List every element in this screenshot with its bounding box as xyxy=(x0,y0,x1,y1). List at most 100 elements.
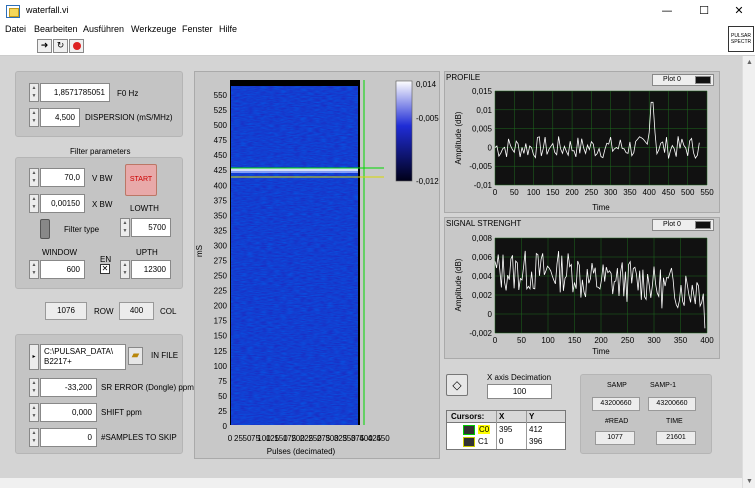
folder-icon[interactable]: ▰ xyxy=(128,347,143,365)
xbw-input[interactable]: 0,00150 xyxy=(40,194,85,213)
filter-type-label: Filter type xyxy=(64,225,100,234)
pf-xtick: 200 xyxy=(565,188,579,197)
upth-spin[interactable]: ▲ ▼ xyxy=(120,260,130,279)
window-input[interactable]: 600 xyxy=(40,260,85,279)
waterfall-ytick: 150 xyxy=(214,332,228,341)
dispersion-label: DISPERSION (mS/MHz) xyxy=(85,113,173,122)
sg-ytick: 0,004 xyxy=(472,272,493,281)
sg-xtick: 150 xyxy=(568,336,582,345)
cursor-c1-y: 396 xyxy=(529,437,543,446)
colorbar-max: 0,014 xyxy=(416,80,437,89)
waterfall-ytick: 50 xyxy=(218,392,227,401)
pf-ytick: -0,005 xyxy=(469,162,492,171)
waterfall-ytick: 275 xyxy=(214,257,228,266)
shift-input[interactable]: 0,000 xyxy=(40,403,97,422)
close-button[interactable]: ✕ xyxy=(724,3,754,19)
waterfall-ytick: 175 xyxy=(214,317,228,326)
menu-hilfe[interactable]: Hilfe xyxy=(219,24,237,34)
abort-icon[interactable] xyxy=(69,39,84,53)
minimize-button[interactable]: — xyxy=(652,3,682,19)
pf-ytick: 0 xyxy=(488,143,493,152)
menu-datei[interactable]: Datei xyxy=(5,24,26,34)
start-button[interactable]: START xyxy=(125,164,157,196)
menu-werkzeuge[interactable]: Werkzeuge xyxy=(131,24,176,34)
maximize-button[interactable]: ☐ xyxy=(689,3,719,19)
waterfall-xlabel: Pulses (decimated) xyxy=(267,447,336,456)
dispersion-spin[interactable]: ▲ ▼ xyxy=(29,108,39,127)
pf-xtick: 400 xyxy=(643,188,657,197)
pf-ytick: 0,01 xyxy=(476,106,492,115)
skip-input[interactable]: 0 xyxy=(40,428,97,447)
sg-xtick: 0 xyxy=(493,336,498,345)
menu-bearbeiten[interactable]: Bearbeiten xyxy=(34,24,78,34)
cursor-y-header: Y xyxy=(529,412,535,421)
signal-ylabel: Amplitude (dB) xyxy=(454,258,463,311)
decimation-input[interactable]: 100 xyxy=(487,384,552,399)
col-indicator: 400 xyxy=(119,302,154,320)
waterfall-ytick: 375 xyxy=(214,196,228,205)
sg-ytick: 0 xyxy=(488,310,493,319)
waterfall-ytick: 75 xyxy=(218,377,227,386)
f0-label: F0 Hz xyxy=(117,89,139,98)
cursor-x-header: X xyxy=(499,412,505,421)
waterfall-svg: 0 25 50 75 100 125 150 175 200 225 250 275 300 325 350… xyxy=(195,80,439,456)
waterfall-ytick: 450 xyxy=(214,151,228,160)
vertical-scrollbar[interactable]: ▲ ▼ xyxy=(742,56,755,488)
sg-ytick: 0,008 xyxy=(472,234,493,243)
waterfall-ytick: 25 xyxy=(218,407,227,416)
samp1-label: SAMP-1 xyxy=(650,382,677,389)
shift-spin[interactable]: ▲ ▼ xyxy=(29,403,39,422)
pf-ytick: 0,015 xyxy=(472,87,493,96)
sg-xtick: 200 xyxy=(594,336,608,345)
samp1-indicator: 43200660 xyxy=(648,397,696,411)
menu-ausfuehren[interactable]: Ausführen xyxy=(83,24,124,34)
vbw-spin[interactable]: ▲ ▼ xyxy=(29,168,39,187)
title-bar: waterfall.vi — ☐ ✕ xyxy=(0,0,755,23)
infile-browse-spin[interactable]: ▸ xyxy=(29,344,39,370)
skip-spin[interactable]: ▲ ▼ xyxy=(29,428,39,447)
vbw-input[interactable]: 70,0 xyxy=(40,168,85,187)
sr-error-input[interactable]: -33,200 xyxy=(40,378,97,397)
f0-input[interactable]: 1,8571785051 xyxy=(40,83,110,102)
window-spin[interactable]: ▲ ▼ xyxy=(29,260,39,279)
cursor-c0-icon[interactable] xyxy=(463,425,475,435)
pf-xtick: 100 xyxy=(527,188,541,197)
time-indicator: 21601 xyxy=(656,431,696,445)
filter-type-toggle[interactable] xyxy=(40,219,50,239)
waterfall-ytick: 125 xyxy=(214,347,228,356)
dispersion-input[interactable]: 4,500 xyxy=(40,108,80,127)
f0-spin[interactable]: ▲ ▼ xyxy=(29,83,39,102)
pf-ytick: 0,005 xyxy=(472,125,493,134)
run-continuously-icon[interactable]: ↻ xyxy=(53,39,68,53)
horizontal-scrollbar[interactable] xyxy=(0,478,742,488)
waterfall-ytick: 525 xyxy=(214,106,228,115)
lowth-input[interactable]: 5700 xyxy=(131,218,171,237)
cursor-c1-icon[interactable] xyxy=(463,437,475,447)
waterfall-xtick: 0 xyxy=(228,434,233,443)
graph-pan-tool-icon[interactable]: ◇ xyxy=(446,374,468,396)
waterfall-xtick: 450 xyxy=(376,434,390,443)
lowth-spin[interactable]: ▲ ▼ xyxy=(120,218,130,237)
sr-error-spin[interactable]: ▲ ▼ xyxy=(29,378,39,397)
upth-input[interactable]: 12300 xyxy=(131,260,171,279)
scroll-down-icon[interactable]: ▼ xyxy=(743,475,755,488)
pf-xtick: 250 xyxy=(585,188,599,197)
filter-parameters-label: Filter parameters xyxy=(70,147,131,156)
run-arrow-icon[interactable]: ➜ xyxy=(37,39,52,53)
en-checkbox[interactable]: ✕ xyxy=(100,264,110,274)
waterfall-ytick: 200 xyxy=(214,302,228,311)
pf-xtick: 150 xyxy=(546,188,560,197)
infile-path-input[interactable]: C:\PULSAR_DATA\ B2217+ xyxy=(40,344,126,370)
waterfall-ytick: 100 xyxy=(214,362,228,371)
skip-label: #SAMPLES TO SKIP xyxy=(101,433,177,442)
menu-fenster[interactable]: Fenster xyxy=(182,24,213,34)
cursor-c1-name: C1 xyxy=(478,437,489,446)
signal-svg: 0,0080,0060,0040,0020-0,0020 50 100 150 200 2… xyxy=(454,234,714,356)
colorbar xyxy=(395,80,413,182)
upth-label: UPTH xyxy=(136,248,158,257)
sg-xtick: 100 xyxy=(541,336,555,345)
window-label: WINDOW xyxy=(42,248,78,257)
xbw-spin[interactable]: ▲ ▼ xyxy=(29,194,39,213)
scroll-up-icon[interactable]: ▲ xyxy=(743,56,755,69)
vbw-label: V BW xyxy=(92,174,113,183)
